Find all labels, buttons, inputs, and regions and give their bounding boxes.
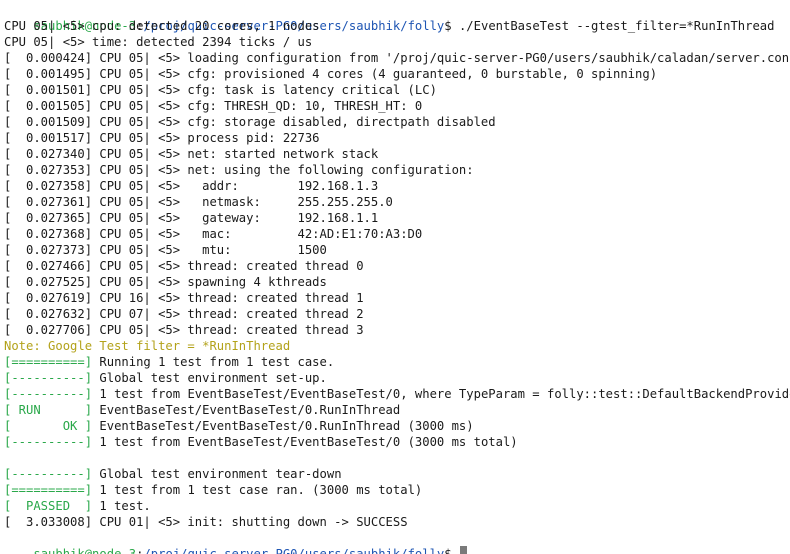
output-text: [ 0.001495] CPU 05| <5> cfg: provisioned… <box>4 67 658 81</box>
output-text: [ 0.027373] CPU 05| <5> mtu: 1500 <box>4 243 327 257</box>
output-line: [ 0.027525] CPU 05| <5> spawning 4 kthre… <box>4 274 790 290</box>
cursor-block <box>459 546 467 554</box>
output-text: 1 test from EventBaseTest/EventBaseTest/… <box>92 387 790 401</box>
output-text: CPU 05| <5> time: detected 2394 ticks / … <box>4 35 313 49</box>
output-line: [ 0.027340] CPU 05| <5> net: started net… <box>4 146 790 162</box>
output-text: Global test environment set-up. <box>92 371 327 385</box>
output-text: EventBaseTest/EventBaseTest/0.RunInThrea… <box>92 419 474 433</box>
prompt-symbol: $ <box>444 19 459 33</box>
terminal-output: CPU 05| <5> cpu: detected 20 cores, 1 no… <box>4 18 790 530</box>
output-line: CPU 05| <5> time: detected 2394 ticks / … <box>4 34 790 50</box>
gtest-status-tag: [==========] <box>4 483 93 497</box>
terminal-window[interactable]: saubhik@node-3:/proj/quic-server-PG0/use… <box>0 0 790 554</box>
prompt-line: saubhik@node-3:/proj/quic-server-PG0/use… <box>4 2 790 33</box>
output-text: CPU 05| <5> cpu: detected 20 cores, 1 no… <box>4 19 320 33</box>
prompt-user-host: saubhik@node-3 <box>33 547 137 554</box>
output-line: [----------] Global test environment tea… <box>4 466 790 482</box>
output-text: [ 0.027365] CPU 05| <5> gateway: 192.168… <box>4 211 379 225</box>
output-line: [ 0.027353] CPU 05| <5> net: using the f… <box>4 162 790 178</box>
output-line: [ 0.001501] CPU 05| <5> cfg: task is lat… <box>4 82 790 98</box>
gtest-status-tag: [==========] <box>4 355 93 369</box>
output-text: [ 0.000424] CPU 05| <5> loading configur… <box>4 51 790 65</box>
output-text: [ 0.001505] CPU 05| <5> cfg: THRESH_QD: … <box>4 99 423 113</box>
output-line: [==========] 1 test from 1 test case ran… <box>4 482 790 498</box>
gtest-status-tag: [ OK ] <box>4 419 93 433</box>
prompt-path: /proj/quic-server-PG0/users/saubhik/foll… <box>143 547 445 554</box>
output-line: [ 0.027365] CPU 05| <5> gateway: 192.168… <box>4 210 790 226</box>
gtest-status-tag: [----------] <box>4 435 93 449</box>
output-text: [ 0.027368] CPU 05| <5> mac: 42:AD:E1:70… <box>4 227 423 241</box>
output-text: [ 0.027706] CPU 05| <5> thread: created … <box>4 323 364 337</box>
output-text: [ 0.027632] CPU 07| <5> thread: created … <box>4 307 364 321</box>
output-line: [ 0.027706] CPU 05| <5> thread: created … <box>4 322 790 338</box>
output-text: [ 0.027619] CPU 16| <5> thread: created … <box>4 291 364 305</box>
output-line: [ 0.001509] CPU 05| <5> cfg: storage dis… <box>4 114 790 130</box>
output-line: [ 0.027466] CPU 05| <5> thread: created … <box>4 258 790 274</box>
output-text: [ 0.027340] CPU 05| <5> net: started net… <box>4 147 379 161</box>
output-text: [ 0.001501] CPU 05| <5> cfg: task is lat… <box>4 83 437 97</box>
output-line: [ 0.001517] CPU 05| <5> process pid: 227… <box>4 130 790 146</box>
output-line: [ 0.027361] CPU 05| <5> netmask: 255.255… <box>4 194 790 210</box>
output-line: [----------] 1 test from EventBaseTest/E… <box>4 434 790 450</box>
output-line: [ 0.027373] CPU 05| <5> mtu: 1500 <box>4 242 790 258</box>
gtest-status-tag: [----------] <box>4 467 93 481</box>
output-line: [ 0.001505] CPU 05| <5> cfg: THRESH_QD: … <box>4 98 790 114</box>
output-line: [ RUN ] EventBaseTest/EventBaseTest/0.Ru… <box>4 402 790 418</box>
output-line: [ OK ] EventBaseTest/EventBaseTest/0.Run… <box>4 418 790 434</box>
output-text: [ 0.027525] CPU 05| <5> spawning 4 kthre… <box>4 275 327 289</box>
output-text: [ 0.027358] CPU 05| <5> addr: 192.168.1.… <box>4 179 379 193</box>
gtest-status-tag: [----------] <box>4 387 93 401</box>
output-text: 1 test. <box>92 499 151 513</box>
prompt-symbol: $ <box>444 547 459 554</box>
gtest-status-tag: [----------] <box>4 371 93 385</box>
output-text: 1 test from 1 test case ran. (3000 ms to… <box>92 483 423 497</box>
output-text: [ 0.001509] CPU 05| <5> cfg: storage dis… <box>4 115 496 129</box>
output-line: [ 0.000424] CPU 05| <5> loading configur… <box>4 50 790 66</box>
gtest-status-tag: [ RUN ] <box>4 403 93 417</box>
output-line: [ 0.027368] CPU 05| <5> mac: 42:AD:E1:70… <box>4 226 790 242</box>
output-line: [----------] Global test environment set… <box>4 370 790 386</box>
output-line: Note: Google Test filter = *RunInThread <box>4 338 790 354</box>
gtest-filter-note: Note: Google Test filter = *RunInThread <box>4 339 291 353</box>
gtest-status-tag: [ PASSED ] <box>4 499 93 513</box>
output-text: [ 0.027353] CPU 05| <5> net: using the f… <box>4 163 474 177</box>
prompt-line-current[interactable]: saubhik@node-3:/proj/quic-server-PG0/use… <box>4 530 790 554</box>
output-text: [ 0.027361] CPU 05| <5> netmask: 255.255… <box>4 195 393 209</box>
output-line: [ PASSED ] 1 test. <box>4 498 790 514</box>
output-text: [ 0.001517] CPU 05| <5> process pid: 227… <box>4 131 320 145</box>
output-line: [ 0.027358] CPU 05| <5> addr: 192.168.1.… <box>4 178 790 194</box>
output-text: [ 0.027466] CPU 05| <5> thread: created … <box>4 259 364 273</box>
output-text: Running 1 test from 1 test case. <box>92 355 335 369</box>
output-line: [==========] Running 1 test from 1 test … <box>4 354 790 370</box>
output-line: [ 0.001495] CPU 05| <5> cfg: provisioned… <box>4 66 790 82</box>
output-text: 1 test from EventBaseTest/EventBaseTest/… <box>92 435 518 449</box>
output-line: [ 3.033008] CPU 01| <5> init: shutting d… <box>4 514 790 530</box>
output-text: [ 3.033008] CPU 01| <5> init: shutting d… <box>4 515 408 529</box>
output-text: EventBaseTest/EventBaseTest/0.RunInThrea… <box>92 403 401 417</box>
output-line: [ 0.027619] CPU 16| <5> thread: created … <box>4 290 790 306</box>
output-line: [ 0.027632] CPU 07| <5> thread: created … <box>4 306 790 322</box>
output-line: [----------] 1 test from EventBaseTest/E… <box>4 386 790 402</box>
output-text: Global test environment tear-down <box>92 467 342 481</box>
command-text: ./EventBaseTest --gtest_filter=*RunInThr… <box>458 19 775 33</box>
